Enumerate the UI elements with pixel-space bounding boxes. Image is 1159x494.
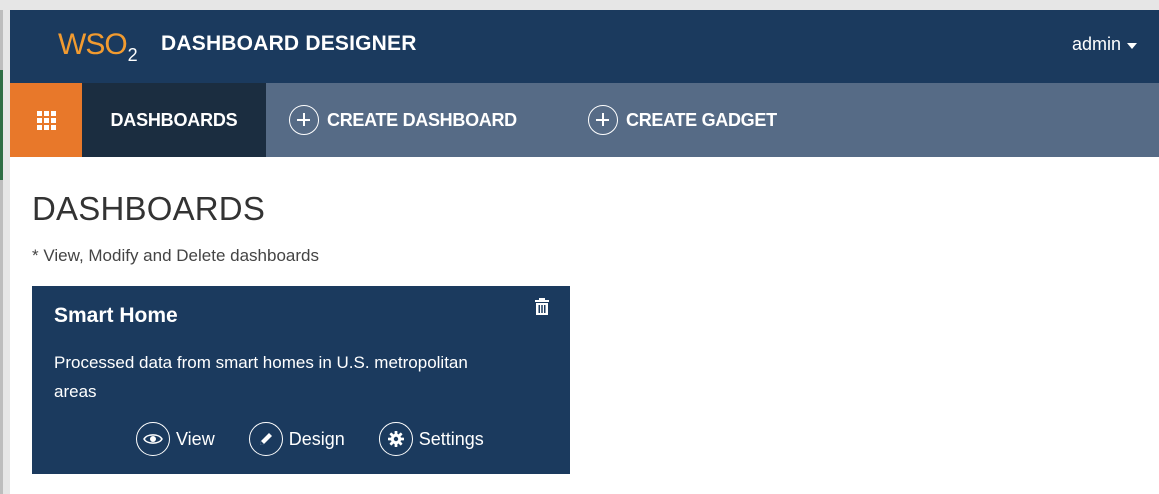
user-menu[interactable]: admin <box>1072 34 1137 55</box>
logo-subscript: 2 <box>127 44 138 65</box>
logo-text: WSO <box>58 28 128 61</box>
design-button-label: Design <box>288 428 345 449</box>
nav-create-dashboard[interactable]: CREATE DASHBOARD <box>289 83 517 157</box>
pencil-icon <box>248 422 283 456</box>
page-title: DASHBOARDS <box>32 190 266 227</box>
plus-circle-icon <box>289 105 319 135</box>
app-window: WSO 2 DASHBOARD DESIGNER admin DASHBOARD… <box>10 10 1159 494</box>
view-button[interactable]: View <box>136 422 215 456</box>
dashboard-card-title: Smart Home <box>54 304 178 327</box>
eye-icon <box>136 422 170 456</box>
page-subtitle: * View, Modify and Delete dashboards <box>32 246 319 265</box>
design-button[interactable]: Design <box>248 422 345 456</box>
trash-icon[interactable] <box>534 298 550 316</box>
app-grid-icon <box>36 110 56 130</box>
wso2-logo[interactable]: WSO 2 <box>58 25 138 65</box>
gear-icon <box>378 422 413 456</box>
plus-circle-icon <box>588 105 618 135</box>
dashboard-card: Smart Home Processed data from smart hom… <box>32 286 570 474</box>
window-left-accent <box>0 70 3 180</box>
dashboard-card-description: Processed data from smart homes in U.S. … <box>54 353 468 401</box>
caret-down-icon <box>1127 42 1137 49</box>
app-title: DASHBOARD DESIGNER <box>161 32 417 55</box>
nav-create-gadget-label: CREATE GADGET <box>626 109 777 130</box>
nav-tab-dashboards[interactable]: DASHBOARDS <box>82 83 266 157</box>
user-name: admin <box>1071 34 1121 54</box>
nav-bar: DASHBOARDS CREATE DASHBOARD CREATE GADGE… <box>10 83 1159 157</box>
settings-button[interactable]: Settings <box>378 422 484 456</box>
top-header: WSO 2 DASHBOARD DESIGNER admin <box>10 10 1159 83</box>
app-grid-button[interactable] <box>10 83 82 157</box>
nav-create-dashboard-label: CREATE DASHBOARD <box>327 109 517 130</box>
dashboard-card-actions: View Design Settings <box>136 422 484 456</box>
view-button-label: View <box>176 428 215 449</box>
nav-create-gadget[interactable]: CREATE GADGET <box>588 83 777 157</box>
window-left-edge <box>0 10 10 494</box>
settings-button-label: Settings <box>418 428 484 449</box>
